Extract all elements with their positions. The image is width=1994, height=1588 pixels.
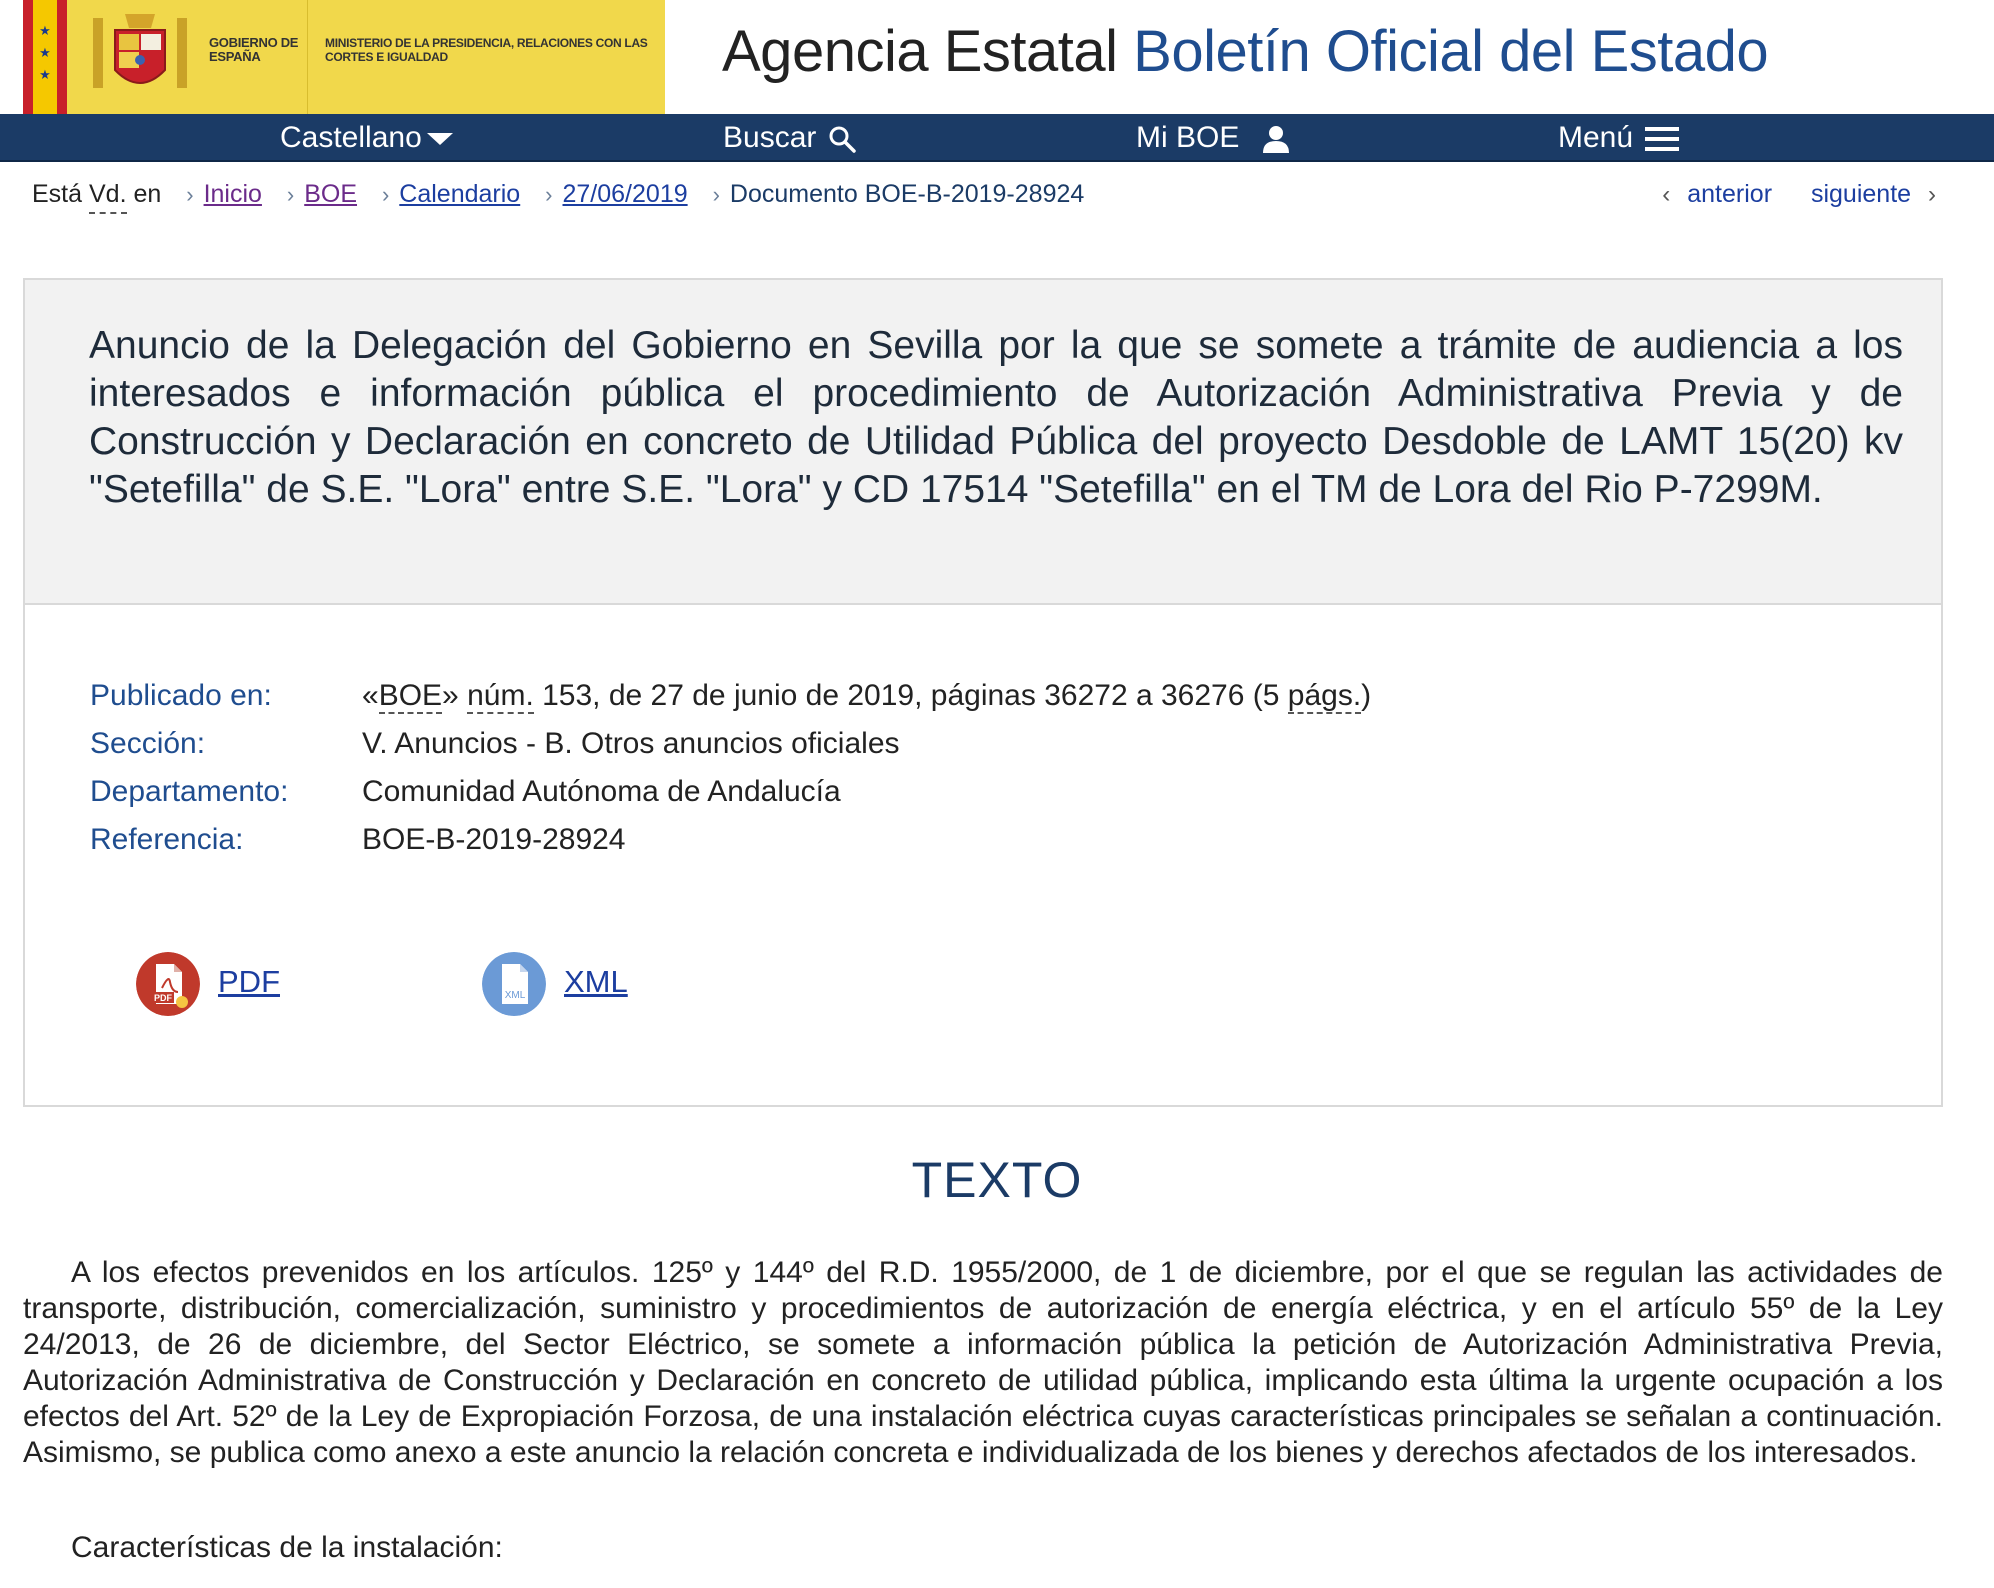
ministry-label: MINISTERIO DE LA PRESIDENCIA, RELACIONES… [325,36,648,64]
search-button[interactable]: Buscar [723,114,857,162]
xml-link[interactable]: XML [564,962,628,1002]
site-title[interactable]: Agencia Estatal Boletín Oficial del Esta… [722,18,1769,85]
breadcrumb-home-link[interactable]: Inicio [204,180,262,208]
section-value: V. Anuncios - B. Otros anuncios oficiale… [362,727,900,760]
document-title-area: Anuncio de la Delegación del Gobierno en… [25,280,1941,605]
boe-abbreviation[interactable]: BOE [378,679,443,714]
menu-button[interactable]: Menú [1558,114,1680,162]
section-label: Sección: [90,727,206,760]
installation-characteristics-heading: Características de la instalación: [71,1531,503,1564]
coat-of-arms-icon [93,14,187,88]
main-navbar: Castellano Buscar Mi BOE Menú [0,114,1994,162]
chevron-right-icon: › [381,182,390,207]
site-header: ★ ★ ★ GOBIERNO DE ESPAÑA MINISTERIO DE LA … [0,0,1994,114]
text-section-heading: TEXTO [911,1152,1083,1208]
published-label: Publicado en: [90,679,272,712]
department-value: Comunidad Autónoma de Andalucía [362,775,841,808]
document-title: Anuncio de la Delegación del Gobierno en… [89,324,1903,511]
num-abbreviation[interactable]: núm. [467,679,534,714]
reference-value: BOE-B-2019-28924 [362,823,626,856]
breadcrumb-calendar-link[interactable]: Calendario [399,180,520,208]
language-label: Castellano [280,121,422,154]
menu-label: Menú [1558,121,1634,154]
document-summary-box: Anuncio de la Delegación del Gobierno en… [23,278,1943,1107]
department-label: Departamento: [90,775,289,808]
published-value: «BOE» núm. 153, de 27 de junio de 2019, … [362,679,1372,714]
chevron-right-icon: › [186,182,194,207]
chevron-right-icon: › [712,182,720,207]
search-label: Buscar [723,121,817,154]
document-pagination: ‹ anterior siguiente › [1662,176,1936,212]
eu-stars-icon: ★ ★ ★ [39,23,51,82]
search-icon [829,126,857,153]
user-icon [1263,126,1290,154]
pdf-file-icon: PDF [136,952,200,1016]
chevron-right-icon: › [1928,181,1936,208]
xml-file-icon: XML [482,952,546,1016]
language-selector[interactable]: Castellano [280,114,454,162]
site-title-name: Boletín Oficial del Estado [1133,19,1769,84]
breadcrumb-date-link[interactable]: 27/06/2019 [563,180,688,208]
chevron-right-icon: › [545,182,553,207]
svg-text:PDF: PDF [154,993,173,1003]
my-boe-label: Mi BOE [1136,121,1240,154]
government-logo[interactable]: ★ ★ ★ GOBIERNO DE ESPAÑA MINISTERIO DE LA … [23,0,665,114]
breadcrumb-boe-link[interactable]: BOE [304,180,357,208]
previous-document-link[interactable]: anterior [1687,180,1772,208]
breadcrumb-intro: Está Vd. en [32,176,161,214]
reference-label: Referencia: [90,823,244,856]
logo-divider [307,0,308,114]
chevron-right-icon: › [286,182,295,207]
breadcrumb: Está Vd. en › Inicio › BOE › Calendario › 27… [32,176,1085,214]
next-document-link[interactable]: siguiente [1811,180,1911,208]
vd-abbreviation[interactable]: Vd. [88,176,127,214]
hamburger-menu-icon [1645,127,1680,152]
chevron-left-icon: ‹ [1662,181,1671,208]
pdf-link[interactable]: PDF [218,962,280,1002]
body-paragraph: A los efectos prevenidos en los artículo… [23,1256,1943,1469]
my-boe-button[interactable]: Mi BOE [1136,114,1291,162]
svg-text:XML: XML [505,990,526,1001]
site-title-prefix: Agencia Estatal [722,19,1118,84]
spain-flag-strip: ★ ★ ★ [23,0,67,114]
pags-abbreviation[interactable]: págs. [1287,679,1362,714]
breadcrumb-current: Documento BOE-B-2019-28924 [729,180,1085,208]
government-label: GOBIERNO DE ESPAÑA [209,35,299,64]
caret-down-icon [426,133,453,146]
